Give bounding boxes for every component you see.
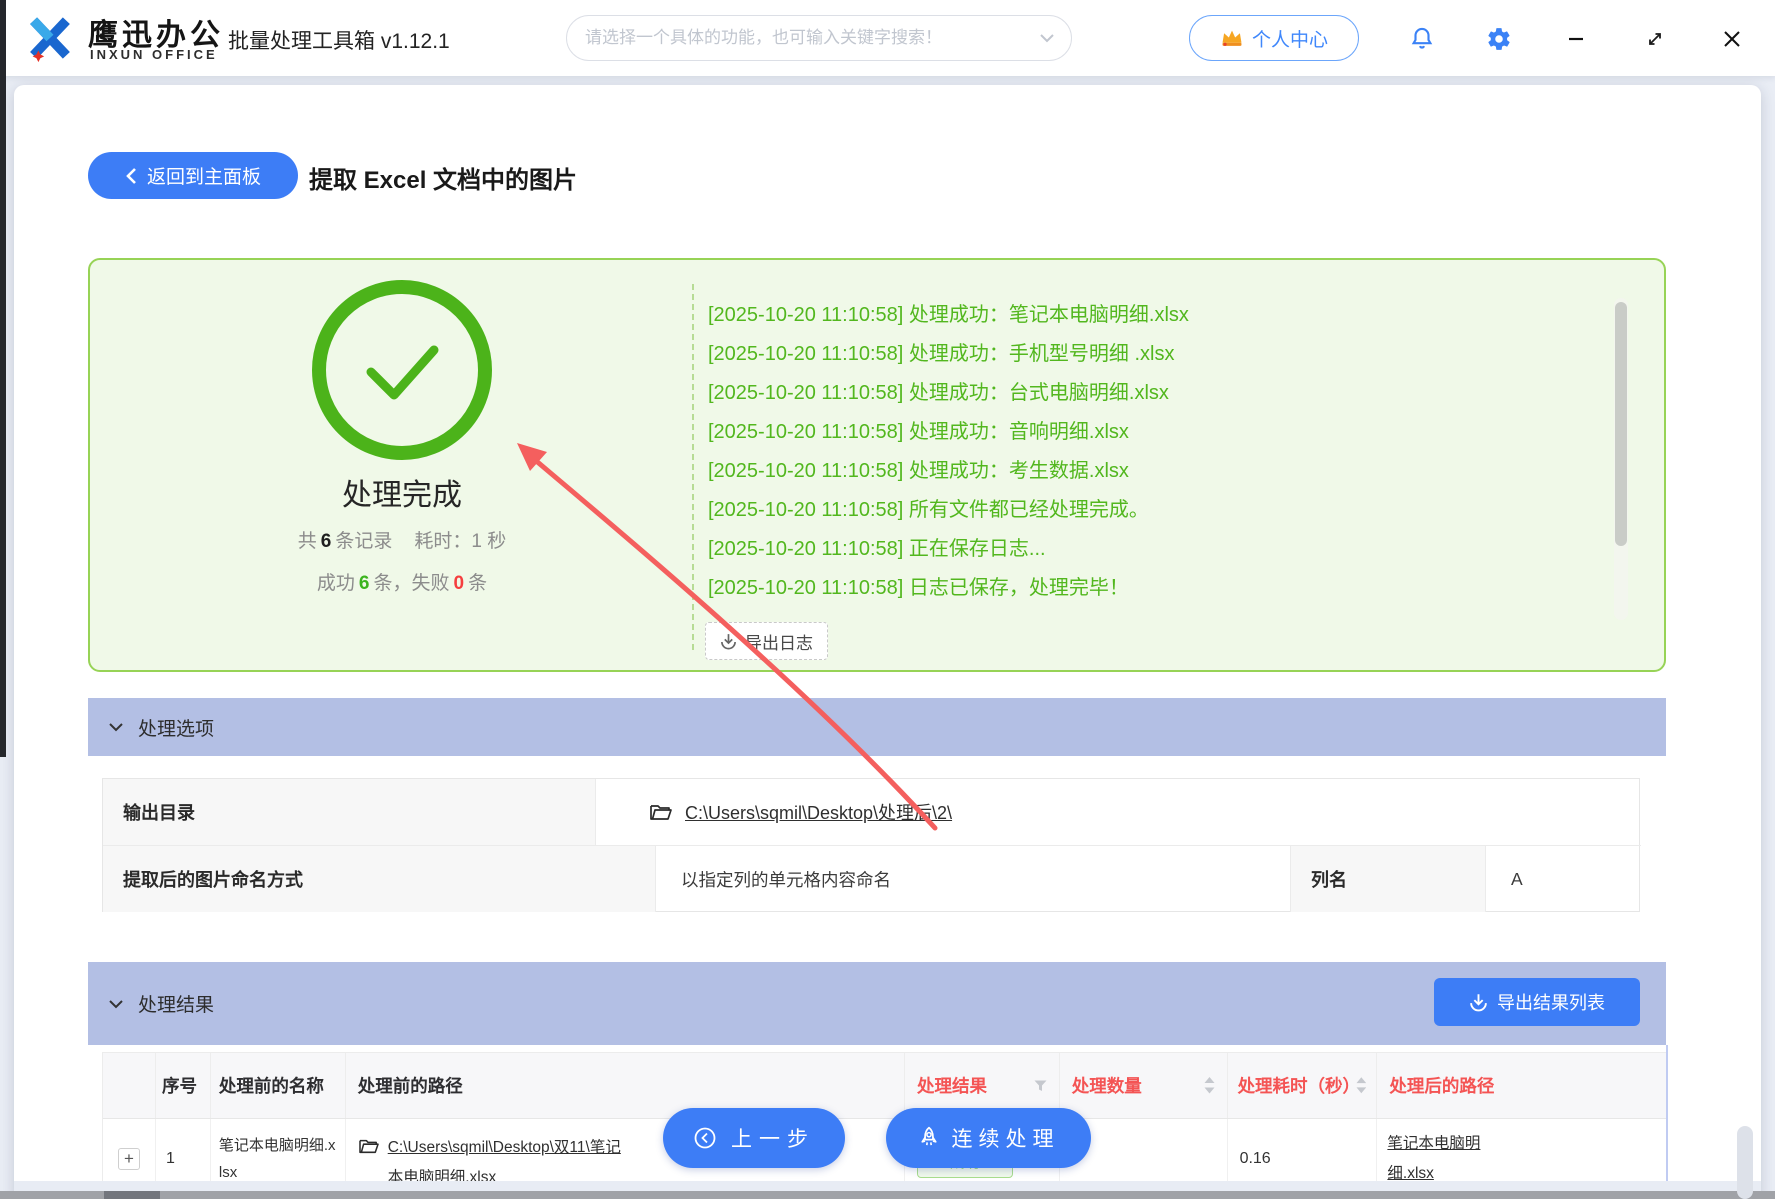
status-title: 处理完成 <box>342 479 462 512</box>
col-expand <box>103 1053 156 1118</box>
export-log-label: 导出日志 <box>745 633 813 653</box>
col-output-path: 处理后的路径 <box>1389 1076 1495 1096</box>
log-line: [2025-10-20 11:10:58] 处理成功：台式电脑明细.xlsx <box>708 382 1169 404</box>
col-index: 序号 <box>156 1053 211 1118</box>
log-scrollbar[interactable] <box>1614 298 1628 620</box>
export-log-button[interactable]: 导出日志 <box>705 622 828 660</box>
results-table: 序号 处理前的名称 处理前的路径 处理结果 处理数量 处理耗时（秒） 处理后的路… <box>102 1052 1668 1183</box>
export-results-button[interactable]: 导出结果列表 <box>1434 978 1640 1026</box>
background-window-edge <box>0 0 6 757</box>
chevron-down-icon <box>1039 33 1055 43</box>
circle-back-icon <box>694 1127 716 1149</box>
naming-mode-label: 提取后的图片命名方式 <box>103 846 656 912</box>
notification-bell-button[interactable] <box>1404 21 1440 57</box>
continue-processing-button[interactable]: 连续处理 <box>886 1108 1091 1168</box>
minimize-icon <box>1569 37 1583 41</box>
results-section-title: 处理结果 <box>138 995 215 1016</box>
user-center-label: 个人中心 <box>1251 29 1328 51</box>
col-elapsed[interactable]: 处理耗时（秒） <box>1228 1053 1378 1118</box>
chevron-down-icon <box>109 999 123 1008</box>
log-line: [2025-10-20 11:10:58] 处理成功：笔记本电脑明细.xlsx <box>708 304 1189 326</box>
log-scrollbar-thumb[interactable] <box>1615 302 1627 546</box>
folder-icon <box>358 1139 379 1154</box>
vertical-scrollbar-thumb[interactable] <box>1737 1126 1753 1199</box>
sort-carets-icon[interactable] <box>1356 1077 1367 1094</box>
chevron-down-icon <box>109 723 123 732</box>
col-count[interactable]: 处理数量 <box>1060 1053 1228 1118</box>
output-dir-cell: C:\Users\sqmil\Desktop\处理后\2\ <box>596 779 1641 846</box>
close-button[interactable] <box>1714 21 1750 57</box>
log-line: [2025-10-20 11:10:58] 处理成功：手机型号明细 .xlsx <box>708 343 1175 365</box>
row-elapsed-cell: 0.16 <box>1228 1119 1378 1183</box>
fail-count: 0 <box>453 573 465 594</box>
options-section-title: 处理选项 <box>138 718 215 740</box>
app-logo-icon <box>30 17 70 63</box>
folder-icon <box>650 805 672 820</box>
download-icon <box>721 633 736 649</box>
user-center-button[interactable]: 个人中心 <box>1189 15 1359 61</box>
chevron-left-icon <box>126 167 136 184</box>
output-path-link[interactable]: 笔记本电脑明细.xlsx <box>1387 1129 1491 1183</box>
crown-icon <box>1222 30 1242 46</box>
previous-step-button[interactable]: 上一步 <box>663 1108 845 1168</box>
search-input[interactable] <box>583 27 1031 49</box>
elapsed-value: 1 秒 <box>471 531 507 552</box>
log-line: [2025-10-20 11:10:58] 处理成功：音响明细.xlsx <box>708 421 1129 443</box>
output-dir-label: 输出目录 <box>103 779 596 846</box>
horizontal-scrollbar-thumb[interactable] <box>104 1191 160 1199</box>
results-table-header: 序号 处理前的名称 处理前的路径 处理结果 处理数量 处理耗时（秒） 处理后的路… <box>103 1053 1667 1119</box>
app-title: 批量处理工具箱 v1.12.1 <box>228 30 450 53</box>
options-table: 输出目录 C:\Users\sqmil\Desktop\处理后\2\ 提取后的图… <box>102 778 1641 912</box>
success-count: 6 <box>358 573 370 594</box>
log-line: [2025-10-20 11:10:58] 处理成功：考生数据.xlsx <box>708 460 1129 482</box>
table-row: + 1 笔记本电脑明细.xlsx C:\Users\sqmil\Desktop\… <box>103 1119 1667 1183</box>
continue-processing-label: 连续处理 <box>951 1128 1060 1151</box>
rocket-icon <box>920 1126 937 1146</box>
row-output-cell: 笔记本电脑明细.xlsx <box>1377 1119 1667 1183</box>
filter-funnel-icon[interactable] <box>1034 1080 1047 1092</box>
download-icon <box>1470 993 1487 1011</box>
expand-row-button[interactable]: + <box>117 1148 140 1170</box>
panel-divider <box>692 284 694 650</box>
summary-line-total: 共 6 条记录 耗时：1 秒 <box>297 531 507 552</box>
log-line: [2025-10-20 11:10:58] 日志已保存，处理完毕！ <box>708 577 1129 599</box>
summary-line-success-fail: 成功 6 条，失败 0 条 <box>316 573 488 594</box>
options-section-header[interactable]: 处理选项 <box>88 698 1666 756</box>
column-name-value: A <box>1511 868 1523 889</box>
naming-mode-value: 以指定列的单元格内容命名 <box>656 846 1291 912</box>
gear-icon <box>1488 28 1510 50</box>
column-name-label: 列名 <box>1291 846 1486 912</box>
log-line: [2025-10-20 11:10:58] 所有文件都已经处理完成。 <box>708 499 1149 521</box>
log-line: [2025-10-20 11:10:58] 正在保存日志... <box>708 538 1046 560</box>
previous-step-label: 上一步 <box>731 1128 815 1151</box>
brand-name-en: INXUN OFFICE <box>90 47 218 62</box>
close-icon <box>1724 31 1740 47</box>
settings-button[interactable] <box>1481 21 1517 57</box>
window-bottom-edge <box>0 1191 1775 1199</box>
result-summary-panel: 处理完成 共 6 条记录 耗时：1 秒 成功 6 条，失败 0 条 [2025-10-20 1… <box>88 258 1666 672</box>
function-search-select[interactable] <box>566 15 1072 61</box>
row-expand-cell: + <box>103 1119 156 1183</box>
col-name: 处理前的名称 <box>211 1053 346 1118</box>
resize-button[interactable] <box>1637 21 1673 57</box>
back-to-dashboard-button[interactable]: 返回到主面板 <box>88 152 298 199</box>
total-count: 6 <box>320 531 332 552</box>
sort-carets-icon[interactable] <box>1204 1077 1215 1094</box>
output-dir-link[interactable]: C:\Users\sqmil\Desktop\处理后\2\ <box>685 799 952 825</box>
results-panel-right-border <box>1666 1045 1668 1181</box>
content-bottom-gap <box>14 1181 1761 1191</box>
bell-icon <box>1411 27 1433 49</box>
success-check-icon <box>312 280 492 460</box>
row-index-cell: 1 <box>156 1119 211 1183</box>
export-results-label: 导出结果列表 <box>1497 993 1605 1013</box>
resize-icon <box>1649 33 1661 45</box>
source-path-link[interactable]: C:\Users\sqmil\Desktop\双11\笔记本电脑明细.xlsx <box>388 1133 633 1183</box>
row-name-cell: 笔记本电脑明细.xlsx <box>211 1119 346 1183</box>
back-button-label: 返回到主面板 <box>146 167 261 188</box>
window-titlebar: 鹰迅办公 INXUN OFFICE 批量处理工具箱 v1.12.1 个人中心 <box>0 0 1775 76</box>
results-section-header[interactable]: 处理结果 <box>88 962 1666 1045</box>
page-title: 提取 Excel 文档中的图片 <box>309 167 578 194</box>
minimize-button[interactable] <box>1558 21 1594 57</box>
